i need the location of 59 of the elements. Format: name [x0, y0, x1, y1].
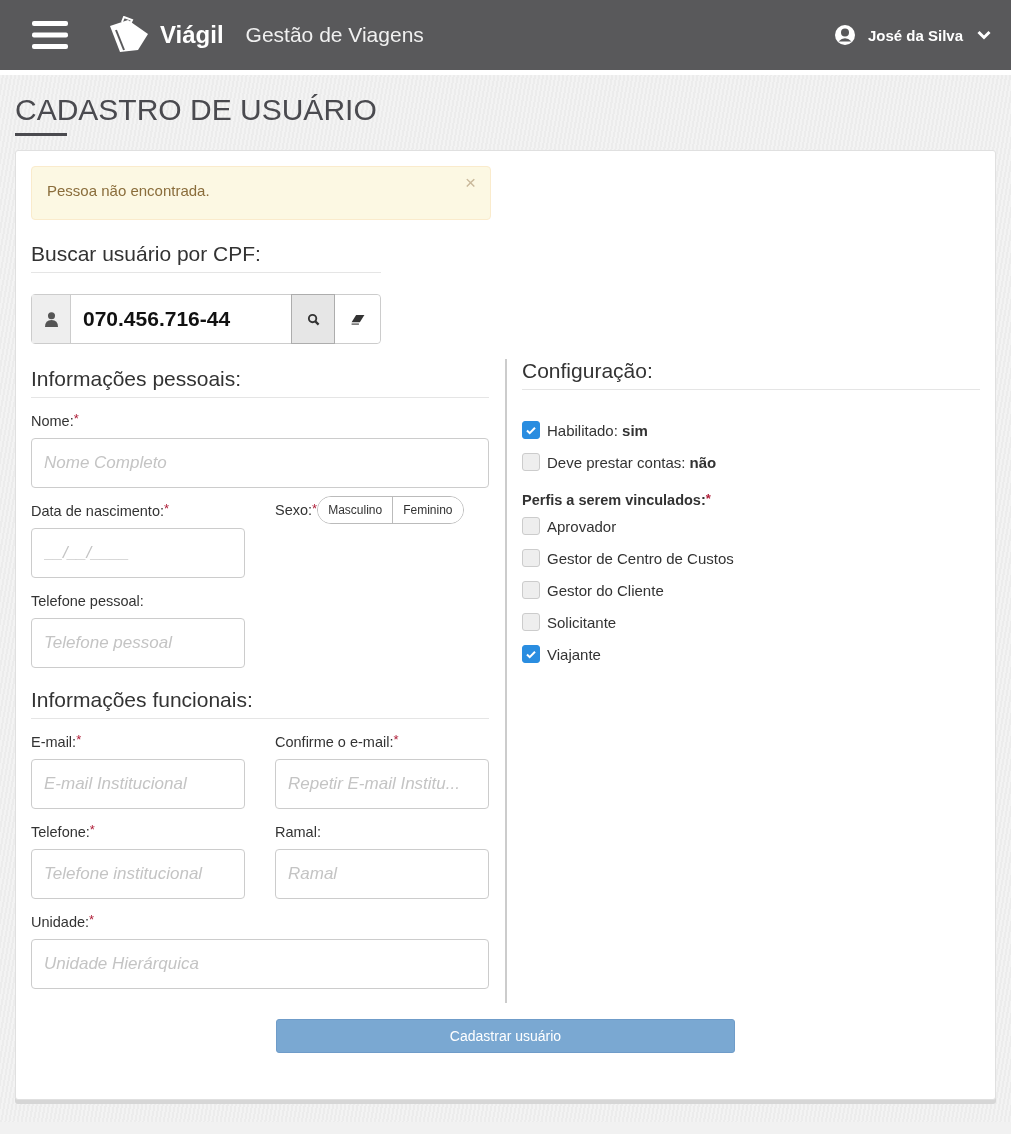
field-label: Ramal:: [275, 824, 321, 840]
chevron-down-icon[interactable]: [977, 30, 991, 40]
required-mark: *: [76, 732, 82, 747]
required-mark: *: [73, 411, 79, 426]
checkbox-label: Gestor do Cliente: [547, 581, 664, 599]
section-heading: Buscar usuário por CPF:: [31, 242, 381, 273]
user-name[interactable]: José da Silva: [867, 26, 963, 44]
app-subtitle: Gestão de Viagens: [245, 23, 424, 47]
field-label: Sexo:: [275, 502, 313, 518]
menu-icon[interactable]: [32, 21, 68, 49]
checkbox-label: Viajante: [547, 645, 601, 663]
brand-name: Viágil: [160, 21, 224, 49]
field-label: E-mail:: [31, 734, 77, 750]
input-field[interactable]: Unidade Hierárquica: [31, 939, 489, 989]
checkbox-label: Deve prestar contas: não: [547, 453, 717, 471]
section-heading: Configuração:: [522, 359, 980, 390]
checkbox-label: Habilitado: sim: [547, 421, 648, 439]
input-field[interactable]: Ramal: [275, 849, 489, 899]
required-mark: *: [312, 502, 318, 516]
field-label: Confirme o e-mail:: [275, 734, 394, 750]
cpf-search-field[interactable]: 070.456.716-44: [31, 294, 381, 344]
required-mark: *: [89, 822, 95, 837]
checkbox-label: Aprovador: [547, 517, 617, 535]
checkbox-label: Solicitante: [547, 613, 617, 631]
field-label: Telefone:: [31, 824, 90, 840]
required-mark: *: [705, 491, 711, 506]
field-label: Telefone pessoal:: [31, 593, 144, 609]
search-button[interactable]: [291, 294, 335, 344]
user-avatar-icon: [833, 24, 856, 46]
field-label: Data de nascimento:: [31, 503, 164, 519]
required-mark: *: [393, 732, 399, 747]
input-field[interactable]: Telefone pessoal: [31, 618, 245, 668]
checkbox[interactable]: [522, 645, 540, 663]
eraser-icon: [349, 313, 366, 325]
check-icon: [525, 424, 537, 436]
checkbox[interactable]: [522, 517, 540, 535]
gender-option[interactable]: Feminino: [392, 497, 463, 523]
required-mark: *: [164, 501, 170, 516]
search-icon: [306, 312, 320, 326]
field-label: Nome:: [31, 413, 74, 429]
section-heading: Informações pessoais:: [31, 367, 489, 398]
checkbox[interactable]: [522, 613, 540, 631]
checkbox[interactable]: [522, 453, 540, 471]
checkbox[interactable]: [522, 421, 540, 439]
alert-message: Pessoa não encontrada.: [47, 181, 210, 199]
input-field[interactable]: E-mail Institucional: [31, 759, 245, 809]
checkbox[interactable]: [522, 549, 540, 567]
field-label: Unidade:: [31, 914, 90, 930]
profiles-label: Perfis a serem vinculados:: [522, 492, 706, 508]
checkbox-label: Gestor de Centro de Custos: [547, 549, 734, 567]
required-mark: *: [89, 912, 95, 927]
checkbox[interactable]: [522, 581, 540, 599]
input-field[interactable]: Repetir E-mail Institu...: [275, 759, 489, 809]
input-field[interactable]: Nome Completo: [31, 438, 489, 488]
page-title: CADASTRO DE USUÁRIO: [15, 92, 377, 128]
section-heading: Informações funcionais:: [31, 688, 489, 719]
check-icon: [525, 648, 537, 660]
input-field[interactable]: Telefone institucional: [31, 849, 245, 899]
person-icon: [44, 311, 58, 327]
